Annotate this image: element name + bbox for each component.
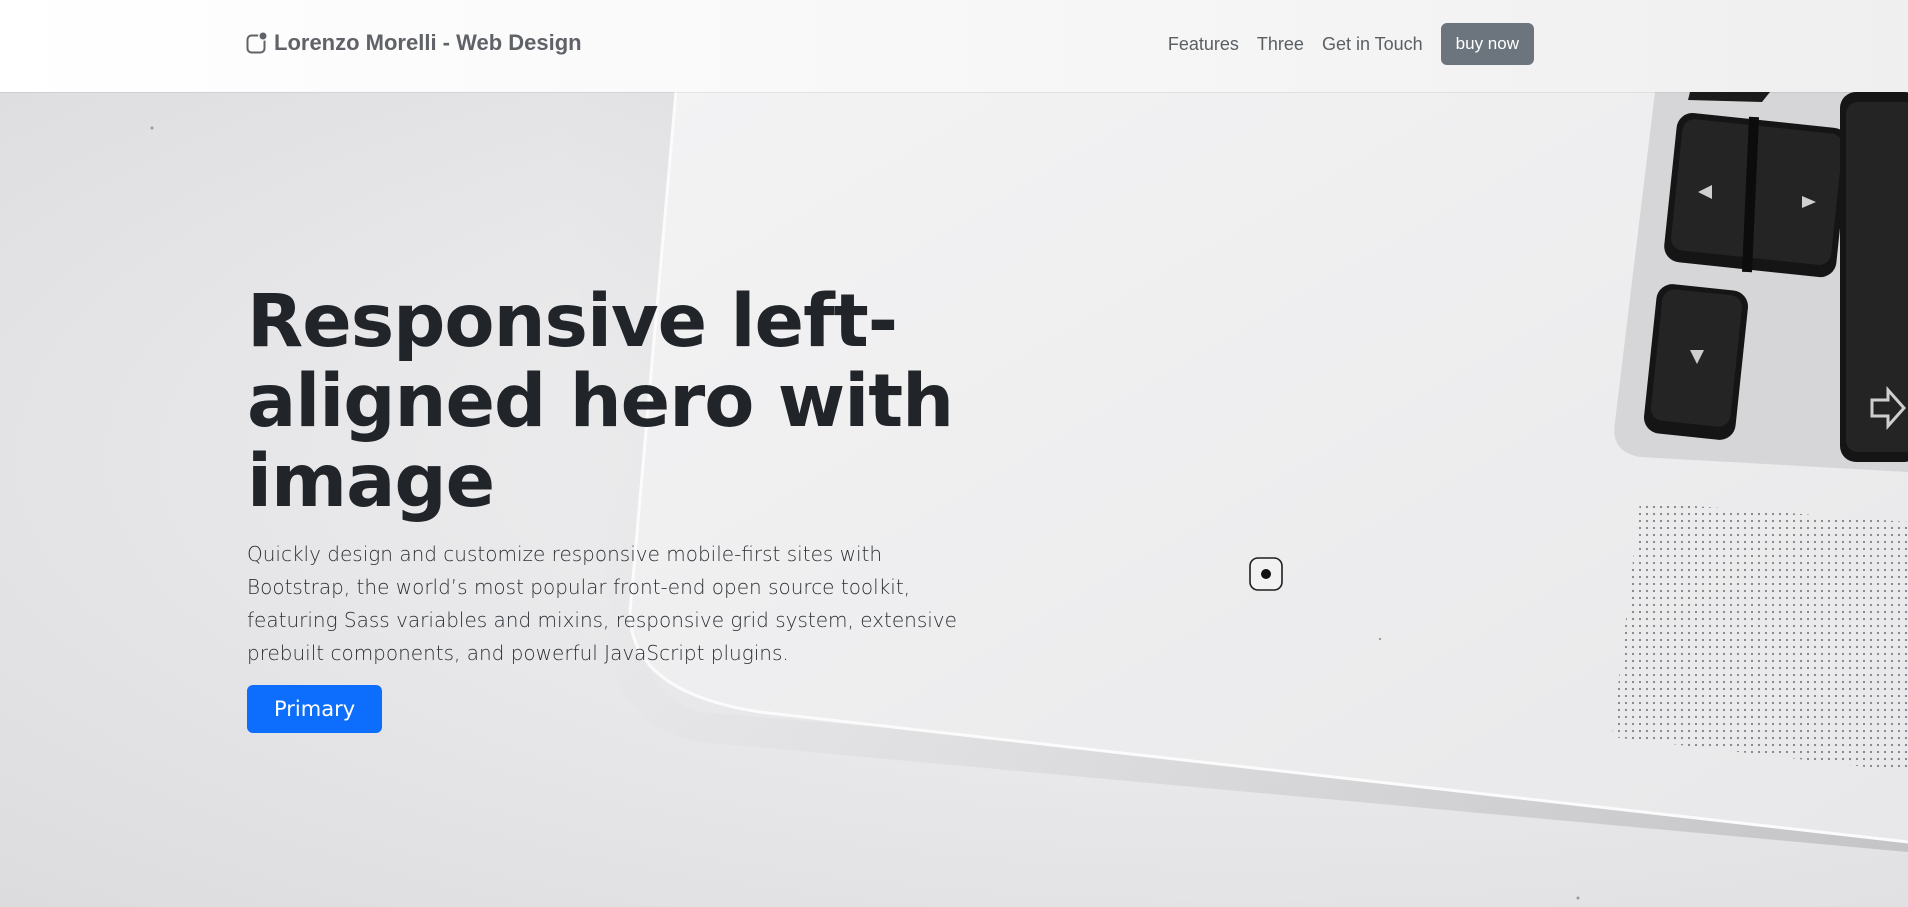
cursor-icon <box>1249 557 1283 591</box>
primary-button[interactable]: Primary <box>247 685 383 733</box>
buy-now-button[interactable]: buy now <box>1440 23 1534 65</box>
nav-link-three[interactable]: Three <box>1248 26 1313 63</box>
app-logo-icon <box>246 31 268 55</box>
navbar: Lorenzo Morelli - Web Design Features Th… <box>0 0 1908 92</box>
hero-lead: Quickly design and customize responsive … <box>247 542 957 665</box>
hero-title: Responsive left-aligned hero with image <box>247 279 954 524</box>
nav-link-get-in-touch[interactable]: Get in Touch <box>1313 26 1432 63</box>
nav-links: Features Three Get in Touch buy now <box>1159 23 1534 65</box>
hero-content: Responsive left-aligned hero with image … <box>247 282 967 733</box>
hero-section: Responsive left-aligned hero with image … <box>0 92 1908 907</box>
nav-link-features[interactable]: Features <box>1159 26 1248 63</box>
brand-text: Lorenzo Morelli - Web Design <box>274 30 582 55</box>
brand-link[interactable]: Lorenzo Morelli - Web Design <box>246 30 582 56</box>
